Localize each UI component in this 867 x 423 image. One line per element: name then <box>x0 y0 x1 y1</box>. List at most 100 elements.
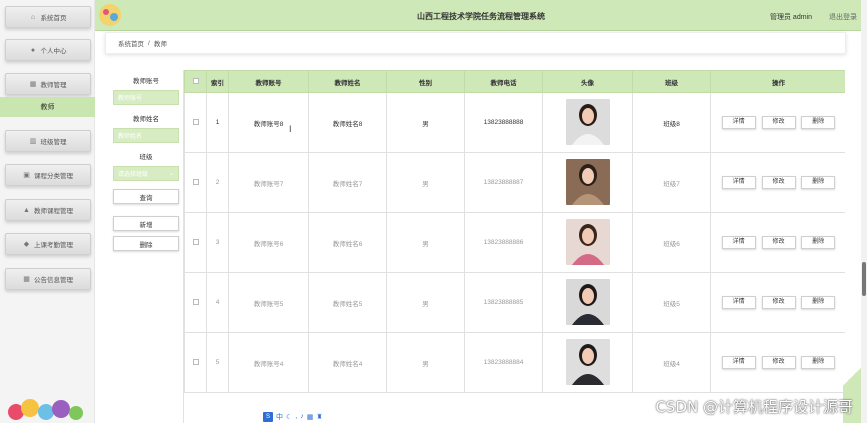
folder-icon: ▣ <box>23 171 30 179</box>
scrollbar[interactable] <box>861 0 867 423</box>
breadcrumb-home[interactable]: 系统首页 <box>118 38 144 48</box>
cell-account: 教师账号6 <box>228 212 309 273</box>
chevron-down-icon: ⌄ <box>168 171 174 177</box>
avatar <box>565 158 610 205</box>
row-checkbox-cell[interactable] <box>184 212 207 273</box>
class-select[interactable]: 请选择班级 ⌄ <box>113 166 179 181</box>
cell-index: 4 <box>206 272 229 333</box>
sidebar-item-label: 教师管理 <box>40 82 67 89</box>
edit-button[interactable]: 修改 <box>761 176 796 189</box>
ime-mode[interactable]: 中 <box>276 412 283 422</box>
remove-button[interactable]: 删除 <box>801 116 836 129</box>
cell-class: 班级8 <box>632 92 711 153</box>
select-all-checkbox[interactable] <box>192 77 199 84</box>
header-actions: 操作 <box>710 70 845 93</box>
detail-button[interactable]: 详情 <box>721 296 756 309</box>
bank-icon: ▥ <box>29 137 37 145</box>
cell-gender: 男 <box>386 212 465 273</box>
edit-button[interactable]: 修改 <box>761 296 796 309</box>
remove-button[interactable]: 删除 <box>801 176 836 189</box>
cell-avatar <box>542 332 633 393</box>
row-checkbox[interactable] <box>192 118 199 125</box>
cell-gender: 男 <box>386 272 465 333</box>
text-cursor-icon: Ι <box>289 124 292 134</box>
cell-avatar <box>542 152 633 213</box>
detail-button[interactable]: 详情 <box>721 356 756 369</box>
detail-button[interactable]: 详情 <box>721 116 756 129</box>
row-checkbox[interactable] <box>192 358 199 365</box>
cell-class: 班级5 <box>632 272 711 333</box>
punctuation-icon[interactable]: , <box>295 413 297 420</box>
sidebar-item-teacher-course[interactable]: ▲ 教师课程管理 <box>5 199 91 221</box>
edit-button[interactable]: 修改 <box>761 236 796 249</box>
sidebar-item-notice[interactable]: ▦ 公告信息管理 <box>5 268 91 290</box>
cell-gender: 男 <box>386 332 465 393</box>
edit-button[interactable]: 修改 <box>761 356 796 369</box>
sidebar-subitem-teacher[interactable]: 教师 <box>0 97 95 117</box>
breadcrumb-current: 教师 <box>153 41 167 48</box>
sidebar-item-label: 个人中心 <box>40 48 67 55</box>
avatar <box>565 338 610 385</box>
account-label: 教师账号 <box>133 78 159 85</box>
detail-button[interactable]: 详情 <box>721 236 756 249</box>
add-button[interactable]: 新增 <box>113 216 179 231</box>
cell-name: 教师姓名7 <box>308 152 387 213</box>
sidebar-item-label: 公告信息管理 <box>34 277 73 284</box>
sidebar-item-attendance[interactable]: ◆ 上课考勤管理 <box>5 233 91 255</box>
table-row: 3 教师账号6 教师姓名6 男 13823888886 班级6 详情 修改 删除 <box>184 212 845 273</box>
row-checkbox-cell[interactable] <box>184 152 207 213</box>
query-button[interactable]: 查询 <box>113 189 179 204</box>
cell-index: 2 <box>206 152 229 213</box>
row-checkbox-cell[interactable] <box>184 272 207 333</box>
row-checkbox-cell[interactable] <box>184 332 207 393</box>
sidebar-item-classes[interactable]: ▥ 班级管理 <box>5 130 91 152</box>
sidebar-item-profile[interactable]: ● 个人中心 <box>5 39 91 61</box>
class-select-value: 请选择班级 <box>118 172 149 178</box>
scrollbar-thumb[interactable] <box>862 262 866 296</box>
edit-button[interactable]: 修改 <box>761 116 796 129</box>
home-icon: ⌂ <box>30 13 36 21</box>
cell-class: 班级7 <box>632 152 711 213</box>
breadcrumb: 系统首页 / 教师 <box>105 32 846 54</box>
grid-icon: ▦ <box>23 275 30 283</box>
cell-class: 班级4 <box>632 332 711 393</box>
sidebar-item-label: 系统首页 <box>40 15 67 22</box>
detail-button[interactable]: 详情 <box>721 176 756 189</box>
name-input[interactable]: 教师姓名 <box>113 128 179 143</box>
cell-class: 班级6 <box>632 212 711 273</box>
cell-account: 教师账号7 <box>228 152 309 213</box>
sidebar-item-course-category[interactable]: ▣ 课程分类管理 <box>5 164 91 186</box>
ime-logo-icon[interactable]: S <box>263 411 273 422</box>
teacher-table: 索引 教师账号 教师姓名 性别 教师电话 头像 班级 操作 1 教师账号8 教师… <box>183 70 845 423</box>
cell-phone: 13823888886 <box>464 212 543 273</box>
user-icon: ● <box>30 46 36 54</box>
cell-actions: 详情 修改 删除 <box>710 272 845 333</box>
cell-account: 教师账号8 <box>228 92 309 153</box>
row-checkbox[interactable] <box>192 178 199 185</box>
cell-name: 教师姓名4 <box>308 332 387 393</box>
mic-icon[interactable]: ♪ <box>300 413 304 420</box>
row-checkbox[interactable] <box>192 238 199 245</box>
avatar <box>565 98 610 145</box>
row-checkbox[interactable] <box>192 298 199 305</box>
watermark: CSDN @计算机程序设计源哥 <box>655 398 853 416</box>
ime-toolbar[interactable]: S 中 ☾ , ♪ ▦ ♜ <box>263 410 349 423</box>
sidebar-item-home[interactable]: ⌂ 系统首页 <box>5 6 91 28</box>
remove-button[interactable]: 删除 <box>801 236 836 249</box>
header-checkbox-cell[interactable] <box>184 70 207 93</box>
shield-icon: ◆ <box>23 240 30 248</box>
remove-button[interactable]: 删除 <box>801 356 836 369</box>
sidebar-item-teachers[interactable]: ▦ 教师管理 <box>5 73 91 95</box>
delete-button[interactable]: 删除 <box>113 236 179 251</box>
remove-button[interactable]: 删除 <box>801 296 836 309</box>
keyboard-icon[interactable]: ▦ <box>307 413 314 421</box>
cell-gender: 男 <box>386 152 465 213</box>
shirt-icon[interactable]: ♜ <box>316 413 322 421</box>
account-input[interactable]: 教师账号 <box>113 90 179 105</box>
table-header-row: 索引 教师账号 教师姓名 性别 教师电话 头像 班级 操作 <box>184 70 845 93</box>
cell-name: 教师姓名8 <box>308 92 387 153</box>
logout-link[interactable]: 退出登录 <box>829 12 857 22</box>
row-checkbox-cell[interactable] <box>184 92 207 153</box>
header-gender: 性别 <box>386 70 465 93</box>
moon-icon[interactable]: ☾ <box>286 413 292 421</box>
